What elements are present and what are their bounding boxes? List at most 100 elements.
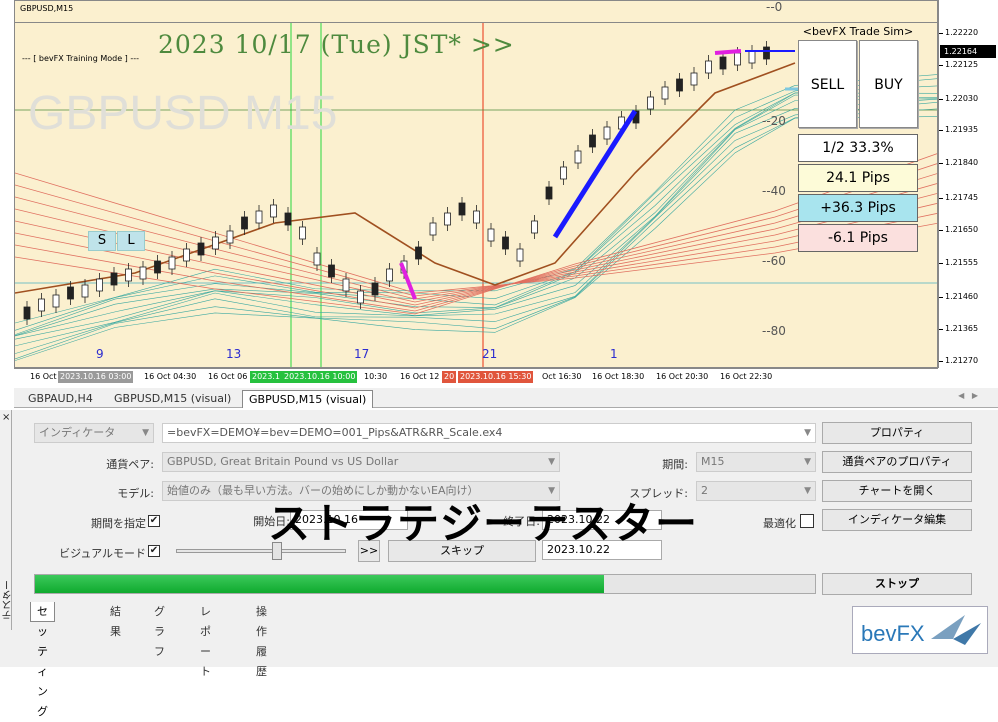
date-range-checkbox[interactable]: ✔	[148, 515, 160, 527]
chart-symbol-label: GBPUSD,M15	[20, 4, 74, 13]
candle-body	[139, 266, 147, 280]
date-banner: 2023 10/17 (Tue) JST* >>	[158, 30, 515, 59]
current-price-label: 1.22164	[940, 45, 996, 58]
candle-body	[371, 282, 379, 296]
stop-loss-box: -6.1 Pips	[798, 224, 918, 252]
chart-tab[interactable]: GBPAUD,H4	[22, 390, 99, 408]
type-select-value: インディケータ	[39, 426, 116, 439]
stop-button[interactable]: ストップ	[822, 573, 972, 595]
candle-body	[705, 60, 712, 74]
candle-body	[328, 264, 335, 278]
bar-number: 17	[354, 347, 370, 361]
tab-settings[interactable]: セッティング	[30, 602, 55, 718]
open-trade-line	[714, 49, 742, 55]
spread-value: 2	[701, 484, 708, 497]
price-tick: 1.21935	[938, 125, 979, 134]
visual-mode-checkbox[interactable]: ✔	[148, 545, 160, 557]
sell-button[interactable]: SELL	[798, 40, 857, 128]
chart-tab-bar: GBPAUD,H4 GBPUSD,M15 (visual) GBPUSD,M15…	[14, 388, 998, 408]
edit-indicator-button[interactable]: インディケータ編集	[822, 509, 972, 531]
candle-body	[516, 248, 524, 262]
candle-body	[444, 212, 451, 226]
symbol-properties-button[interactable]: 通貨ペアのプロパティ	[822, 451, 972, 473]
time-highlight: 2023.10.16 03:00	[58, 371, 134, 383]
candle-body	[589, 134, 596, 148]
time-tick: 16 Oct 22:30	[720, 372, 773, 381]
type-select[interactable]: インディケータ ▼	[34, 423, 154, 443]
tab-graph[interactable]: グラフ	[148, 602, 171, 658]
candle-body	[473, 210, 480, 224]
candle-body	[168, 256, 176, 270]
candle-body	[531, 220, 538, 234]
tester-side-bar: × テスター	[0, 410, 14, 630]
time-axis: 16 Oct 20 2023.10.16 03:00 16 Oct 04:30 …	[14, 368, 938, 384]
spread-select[interactable]: 2 ▼	[696, 481, 816, 501]
candle-body	[734, 52, 741, 66]
win-ratio-box: 1/2 33.3%	[798, 134, 918, 162]
price-tick: 1.21270	[938, 356, 979, 365]
level-label: --40	[762, 184, 786, 198]
candle-body	[270, 204, 277, 218]
progress-fill	[35, 575, 605, 593]
candle-body	[763, 46, 770, 60]
bar-number: 1	[610, 347, 618, 361]
candle-body	[197, 242, 205, 256]
period-select[interactable]: M15 ▼	[696, 452, 816, 472]
optimize-checkbox[interactable]	[800, 514, 814, 528]
test-progress-bar	[34, 574, 816, 594]
candle-body	[690, 72, 698, 86]
open-chart-button[interactable]: チャートを開く	[822, 480, 972, 502]
close-icon[interactable]: ×	[2, 412, 10, 423]
price-tick: 1.22030	[938, 94, 979, 103]
price-tick: 1.21365	[938, 324, 979, 333]
chevron-down-icon: ▼	[804, 428, 811, 438]
symbol-value: GBPUSD, Great Britain Pound vs US Dollar	[167, 455, 399, 468]
candle-body	[502, 236, 509, 250]
candle-body	[560, 166, 567, 180]
candle-body	[255, 210, 263, 224]
properties-button[interactable]: プロパティ	[822, 422, 972, 444]
candle-body	[52, 294, 60, 308]
chart-watermark: GBPUSD M15	[28, 87, 338, 140]
chevron-down-icon: ▼	[804, 486, 811, 496]
price-tick: 1.21745	[938, 193, 979, 202]
chevron-down-icon: ▼	[548, 457, 555, 467]
price-tick: 1.22220	[938, 28, 979, 37]
candle-body	[574, 150, 582, 164]
time-highlight: 2023.10.16 10:00	[282, 371, 358, 383]
candle-body	[342, 278, 350, 292]
tab-scroll-icon[interactable]: ◀ ▶	[958, 391, 978, 400]
candle-body	[357, 290, 364, 304]
tab-results[interactable]: 結果	[104, 602, 127, 638]
candle-body	[545, 186, 553, 200]
time-tick: 16 Oct 20:30	[656, 372, 709, 381]
indicator-path-select[interactable]: =bevFX=DEMO¥=bev=DEMO=001_Pips&ATR&RR_Sc…	[162, 423, 816, 443]
model-label: モデル:	[117, 487, 154, 500]
training-mode-label: --- [ bevFX Training Mode ] ---	[22, 54, 139, 63]
period-label: 期間:	[662, 458, 688, 471]
take-profit-box: 24.1 Pips	[798, 164, 918, 192]
candle-body	[110, 272, 118, 286]
candle-body	[67, 286, 74, 300]
level-label: --0	[766, 0, 783, 14]
overlay-title: ストラテジーテスター	[268, 499, 699, 548]
l-button[interactable]: L	[117, 231, 145, 251]
bar-number: 9	[96, 347, 104, 361]
bevfx-logo: bevFX	[852, 606, 988, 654]
tab-report[interactable]: レポート	[194, 602, 217, 678]
symbol-select[interactable]: GBPUSD, Great Britain Pound vs US Dollar…	[162, 452, 560, 472]
logo-text: bevFX	[861, 621, 925, 646]
chart-tab-active[interactable]: GBPUSD,M15 (visual)	[242, 390, 374, 408]
candle-body	[96, 278, 103, 292]
candle-body	[458, 202, 466, 216]
candle-body	[299, 226, 306, 240]
candle-body	[226, 230, 234, 244]
candle-body	[212, 236, 219, 250]
chart-tab[interactable]: GBPUSD,M15 (visual)	[108, 390, 237, 408]
buy-button[interactable]: BUY	[859, 40, 918, 128]
tab-journal[interactable]: 操作履歴	[250, 602, 273, 678]
candle-body	[748, 50, 756, 64]
s-button[interactable]: S	[88, 231, 116, 251]
bar-number: 21	[482, 347, 498, 361]
price-tick: 1.21650	[938, 225, 979, 234]
